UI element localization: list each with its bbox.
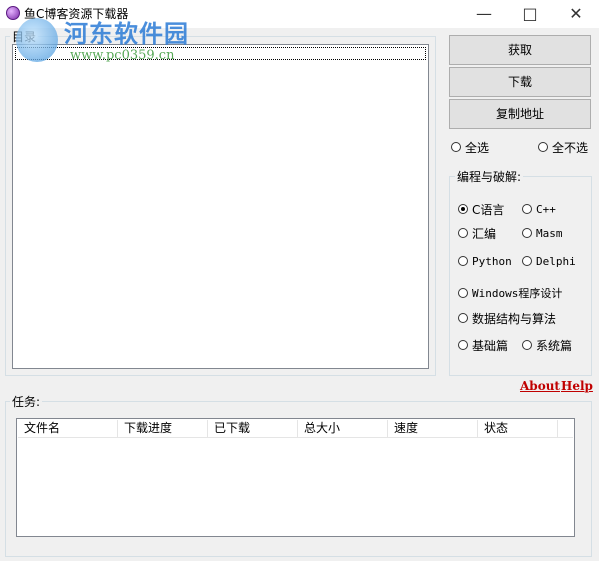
radio-label: C语言 — [472, 202, 505, 217]
radio-data-structures[interactable]: 数据结构与算法 — [458, 310, 556, 326]
radio-label: Windows程序设计 — [472, 287, 563, 300]
app-icon — [6, 6, 20, 20]
close-icon[interactable]: ✕ — [553, 0, 599, 28]
watermark-text: 河东软件园 — [64, 19, 189, 48]
radio-label: 基础篇 — [472, 338, 509, 353]
column-header[interactable]: 速度 — [388, 420, 478, 437]
about-link[interactable]: About — [520, 379, 560, 393]
radio-system[interactable]: 系统篇 — [522, 337, 572, 353]
radio-cpp[interactable]: C++ — [522, 201, 556, 217]
radio-indicator — [458, 204, 468, 214]
radio-indicator — [522, 204, 532, 214]
radio-label: 数据结构与算法 — [472, 311, 557, 326]
radio-indicator — [538, 142, 548, 152]
radio-python[interactable]: Python — [458, 253, 512, 269]
radio-indicator — [458, 228, 468, 238]
radio-label: 汇编 — [472, 226, 497, 241]
radio-label: Python — [472, 254, 512, 268]
select-all-radio[interactable]: 全选 — [451, 139, 489, 155]
radio-delphi[interactable]: Delphi — [522, 253, 576, 269]
radio-label: Delphi — [536, 254, 576, 268]
maximize-icon[interactable]: □ — [507, 0, 553, 28]
column-header[interactable]: 已下载 — [208, 420, 298, 437]
column-header[interactable]: 状态 — [478, 420, 558, 437]
radio-indicator — [458, 340, 468, 350]
radio-indicator — [458, 288, 468, 298]
radio-indicator — [522, 228, 532, 238]
column-header[interactable]: 下载进度 — [118, 420, 208, 437]
tasks-label: 任务: — [10, 393, 43, 410]
tasks-table[interactable]: 文件名 下载进度 已下载 总大小 速度 状态 — [16, 418, 575, 537]
minimize-icon[interactable]: — — [461, 0, 507, 28]
help-link[interactable]: Help — [561, 379, 593, 393]
select-none-radio[interactable]: 全不选 — [538, 139, 588, 155]
table-header: 文件名 下载进度 已下载 总大小 速度 状态 — [18, 420, 573, 438]
select-all-label: 全选 — [465, 140, 490, 155]
radio-masm[interactable]: Masm — [522, 225, 563, 241]
select-none-label: 全不选 — [552, 140, 589, 155]
watermark-logo-icon — [16, 18, 58, 62]
radio-indicator — [458, 256, 468, 266]
radio-indicator — [522, 256, 532, 266]
catalog-list[interactable] — [12, 44, 429, 369]
radio-windows-programming[interactable]: Windows程序设计 — [458, 285, 562, 301]
radio-label: C++ — [536, 202, 556, 216]
radio-indicator — [522, 340, 532, 350]
radio-indicator — [458, 313, 468, 323]
radio-asm[interactable]: 汇编 — [458, 225, 496, 241]
copy-address-button[interactable]: 复制地址 — [449, 99, 591, 129]
column-header[interactable]: 文件名 — [18, 420, 118, 437]
column-header[interactable]: 总大小 — [298, 420, 388, 437]
download-button[interactable]: 下载 — [449, 67, 591, 97]
fetch-button[interactable]: 获取 — [449, 35, 591, 65]
programming-label: 编程与破解: — [455, 168, 524, 185]
radio-c[interactable]: C语言 — [458, 201, 504, 217]
watermark-url: www.pc0359.cn — [70, 48, 175, 63]
radio-basics[interactable]: 基础篇 — [458, 337, 508, 353]
radio-label: 系统篇 — [536, 338, 573, 353]
radio-label: Masm — [536, 226, 563, 240]
radio-indicator — [451, 142, 461, 152]
